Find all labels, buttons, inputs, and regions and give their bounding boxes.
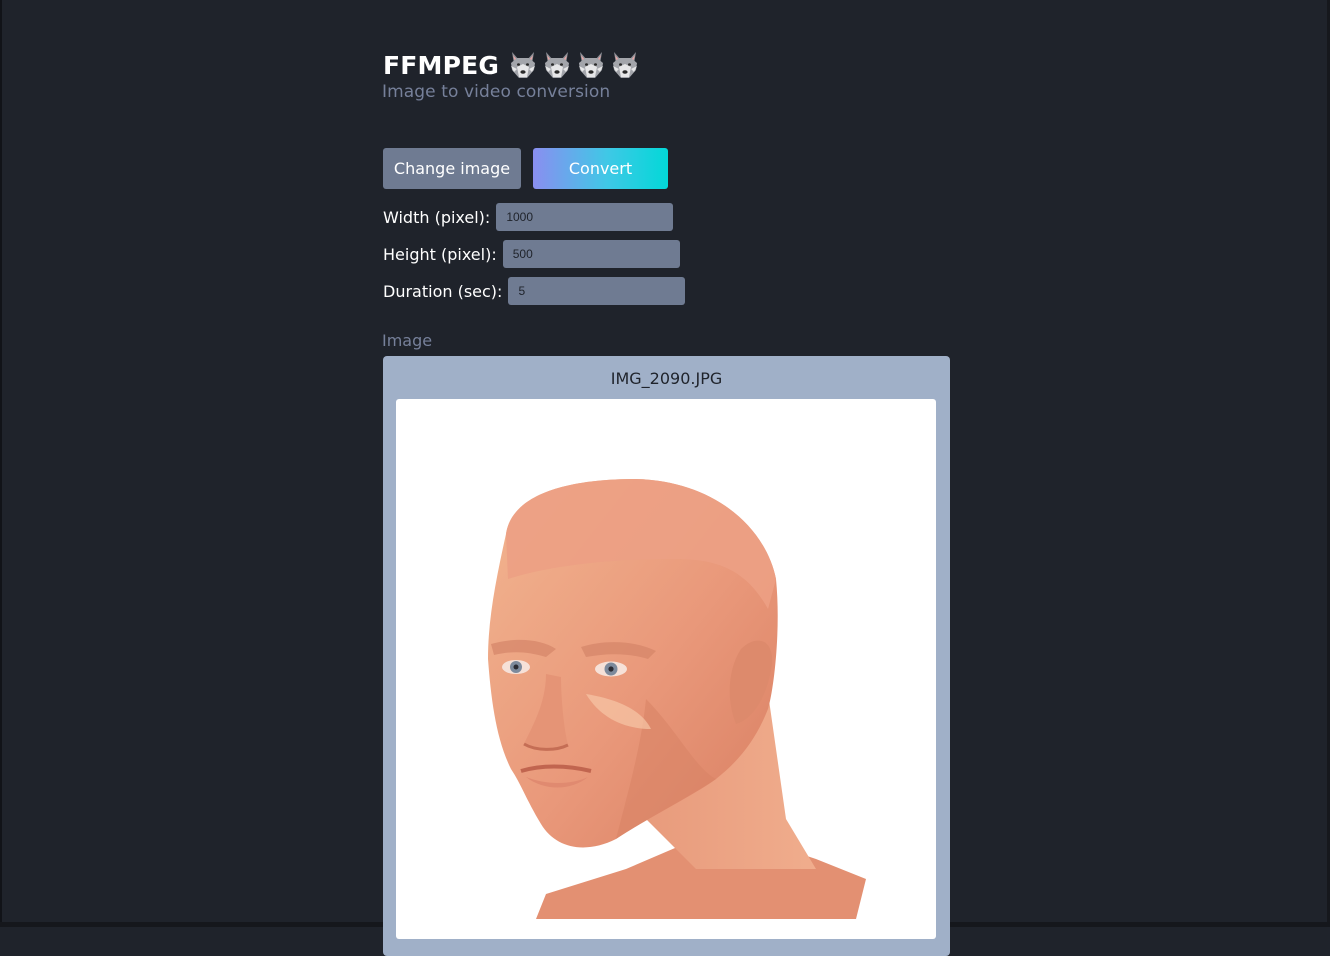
duration-input[interactable] [508, 277, 686, 305]
change-image-button[interactable]: Change image [383, 148, 521, 189]
duration-label: Duration (sec): [383, 281, 503, 301]
image-section-label: Image [382, 331, 433, 350]
width-label: Width (pixel): [383, 207, 491, 227]
wolf-icon [511, 52, 536, 78]
action-bar: Change image Convert [382, 148, 952, 189]
page-title: FFMPEG [383, 50, 500, 80]
height-input[interactable] [502, 240, 680, 268]
image-preview [396, 399, 936, 939]
width-input[interactable] [496, 203, 674, 231]
portrait-illustration [488, 479, 866, 919]
file-name: IMG_2090.JPG [610, 369, 723, 388]
page-subtitle: Image to video conversion [382, 82, 611, 102]
wolf-icon [613, 52, 638, 78]
wolf-icon [545, 52, 570, 78]
main-content: FFMPEG Image to video conversion Change … [382, 44, 952, 956]
height-label: Height (pixel): [383, 244, 497, 264]
header: FFMPEG [382, 44, 952, 86]
width-field: Width (pixel): [383, 203, 952, 231]
title-emoji-group [507, 49, 641, 81]
wolf-icon [579, 52, 604, 78]
window-edge-left [0, 0, 2, 927]
duration-field: Duration (sec): [383, 277, 952, 305]
image-card: IMG_2090.JPG [383, 356, 950, 956]
convert-button[interactable]: Convert [533, 148, 668, 189]
height-field: Height (pixel): [383, 240, 952, 268]
